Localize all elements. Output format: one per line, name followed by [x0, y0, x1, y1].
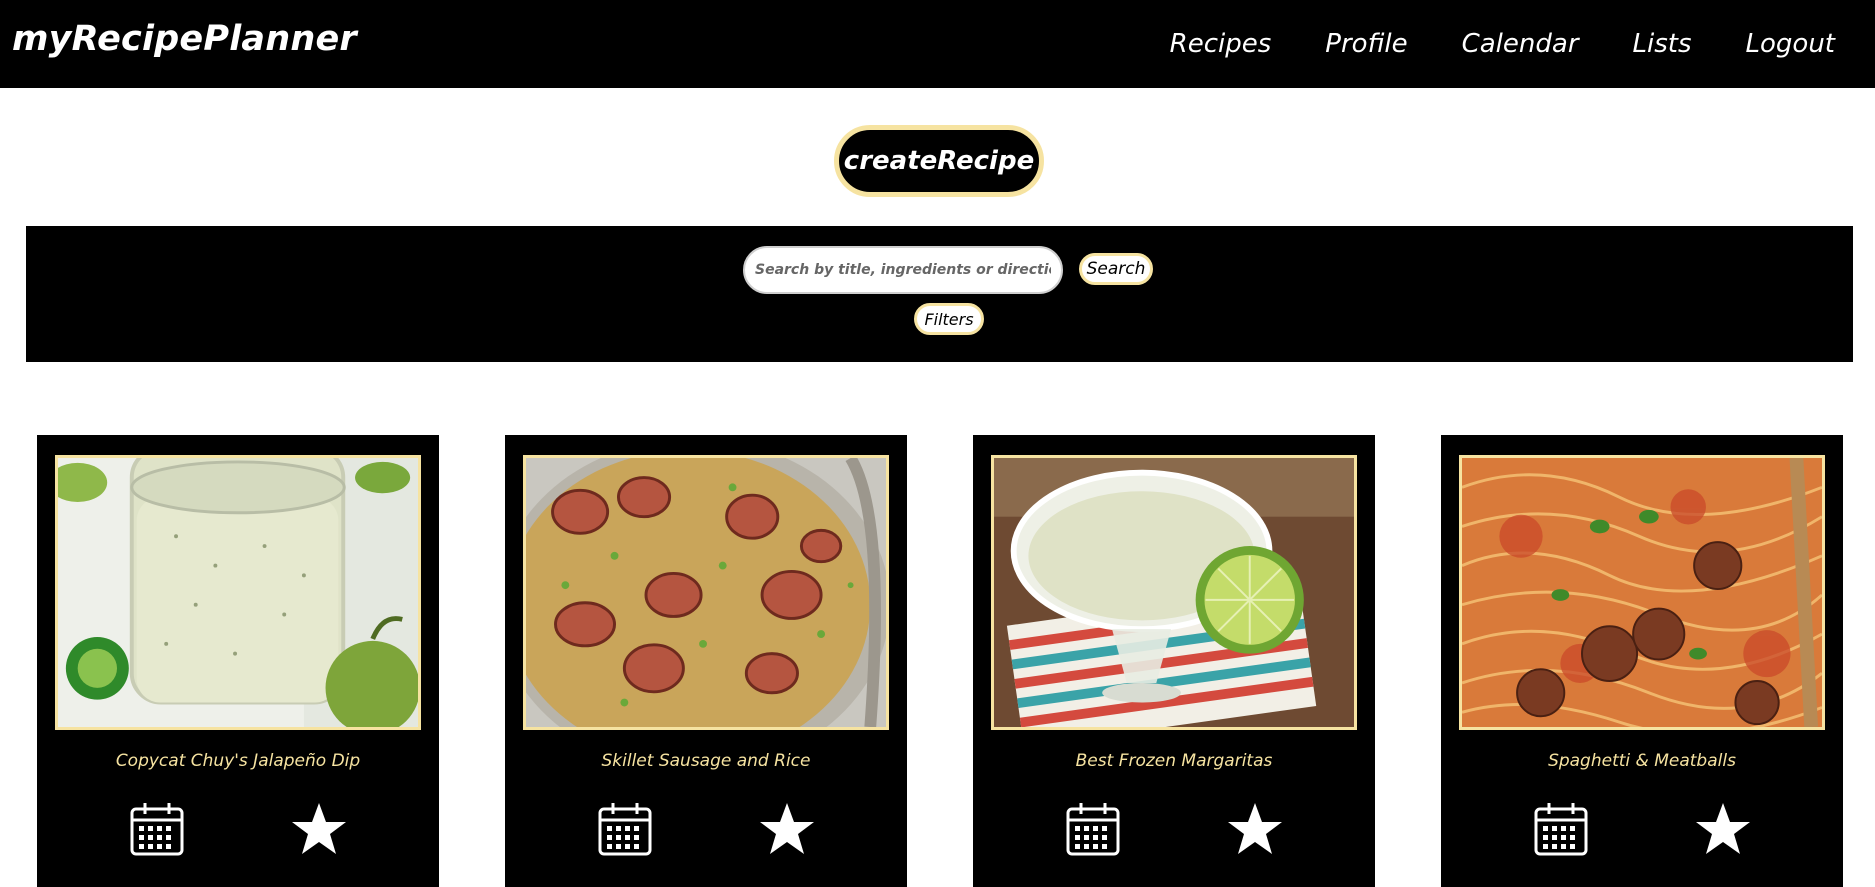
- recipe-card: Skillet Sausage and Rice: [505, 435, 907, 887]
- recipe-title[interactable]: Spaghetti & Meatballs: [1441, 751, 1843, 771]
- brand-logo[interactable]: myRecipePlanner: [12, 18, 357, 60]
- calendar-icon[interactable]: [597, 801, 653, 857]
- nav-calendar[interactable]: Calendar: [1462, 29, 1579, 59]
- search-button[interactable]: Search: [1079, 253, 1153, 285]
- jalapeno-dip-photo: [58, 458, 418, 727]
- star-icon[interactable]: [1695, 801, 1751, 857]
- recipe-image-jalapeno-dip[interactable]: [55, 455, 421, 730]
- search-bar-panel: Search Filters: [26, 226, 1853, 362]
- spaghetti-photo: [1462, 458, 1822, 727]
- filters-button[interactable]: Filters: [914, 303, 984, 335]
- recipe-card: Spaghetti & Meatballs: [1441, 435, 1843, 887]
- margarita-photo: [994, 458, 1354, 727]
- calendar-icon[interactable]: [129, 801, 185, 857]
- star-icon[interactable]: [759, 801, 815, 857]
- calendar-icon[interactable]: [1065, 801, 1121, 857]
- search-input[interactable]: [743, 246, 1063, 294]
- nav-lists[interactable]: Lists: [1633, 29, 1692, 59]
- create-recipe-button[interactable]: createRecipe: [834, 125, 1044, 197]
- recipe-title[interactable]: Copycat Chuy's Jalapeño Dip: [37, 751, 439, 771]
- top-navbar: myRecipePlanner Recipes Profile Calendar…: [0, 0, 1875, 88]
- main-nav: Recipes Profile Calendar Lists Logout: [1170, 0, 1835, 88]
- star-icon[interactable]: [1227, 801, 1283, 857]
- calendar-icon[interactable]: [1533, 801, 1589, 857]
- recipe-title[interactable]: Best Frozen Margaritas: [973, 751, 1375, 771]
- recipe-image-spaghetti[interactable]: [1459, 455, 1825, 730]
- recipe-image-sausage-rice[interactable]: [523, 455, 889, 730]
- nav-logout[interactable]: Logout: [1746, 29, 1835, 59]
- nav-recipes[interactable]: Recipes: [1170, 29, 1272, 59]
- nav-profile[interactable]: Profile: [1325, 29, 1407, 59]
- recipe-grid: Copycat Chuy's Jalapeño Dip Skillet Saus…: [0, 435, 1875, 887]
- sausage-rice-photo: [526, 458, 886, 727]
- recipe-image-margarita[interactable]: [991, 455, 1357, 730]
- recipe-title[interactable]: Skillet Sausage and Rice: [505, 751, 907, 771]
- recipe-card: Copycat Chuy's Jalapeño Dip: [37, 435, 439, 887]
- recipe-card: Best Frozen Margaritas: [973, 435, 1375, 887]
- star-icon[interactable]: [291, 801, 347, 857]
